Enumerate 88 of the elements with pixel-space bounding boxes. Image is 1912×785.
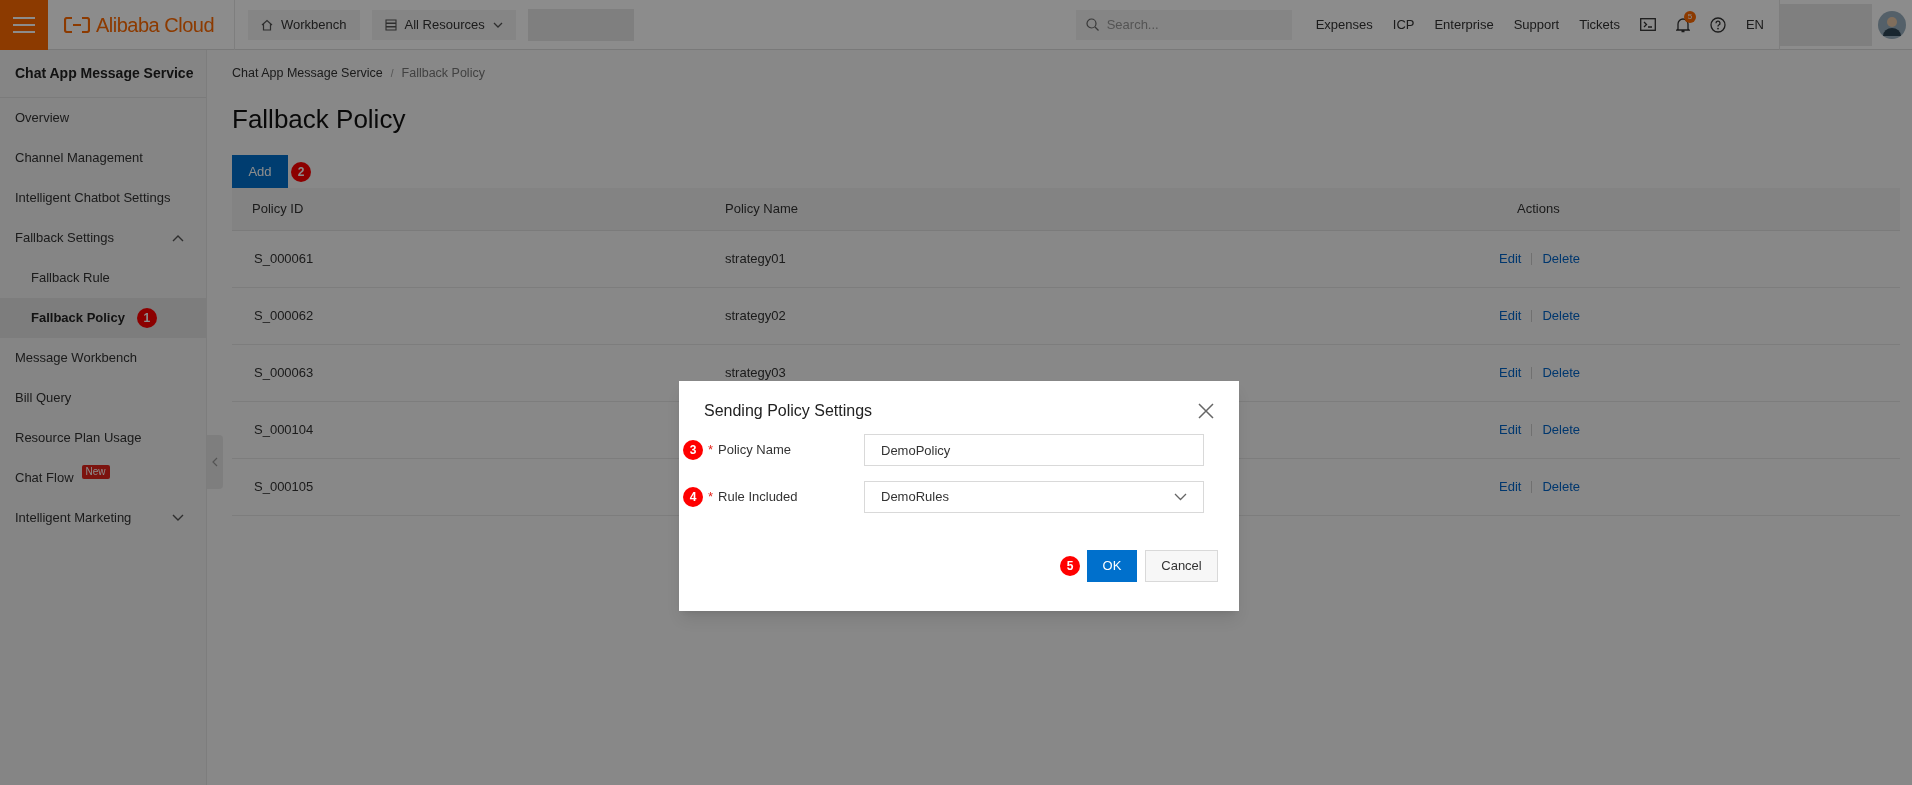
dialog-title: Sending Policy Settings	[704, 401, 873, 421]
step-number: 2	[291, 161, 311, 182]
rule-select[interactable]: DemoRules	[864, 481, 1204, 513]
top-nav-link[interactable]: Expenses	[1315, 14, 1373, 35]
column-header: Actions	[1516, 200, 1561, 219]
table-cell-text: S_000104	[254, 421, 314, 440]
sidebar-item[interactable]: Message Workbench	[0, 338, 206, 378]
sidebar-item-label: Channel Management	[15, 149, 143, 168]
close-icon[interactable]	[1198, 403, 1214, 419]
table-cell-text: S_000063	[254, 364, 314, 383]
sidebar-item[interactable]: Fallback Settings	[0, 218, 206, 258]
resources-dropdown[interactable]: All Resources	[371, 9, 516, 40]
new-badge: New	[81, 465, 110, 479]
cancel-button[interactable]: Cancel	[1145, 550, 1218, 582]
sidebar-item-label: Intelligent Marketing	[15, 509, 132, 528]
step-number: 3	[683, 440, 703, 460]
breadcrumb-link[interactable]: Chat App Message Service	[232, 63, 383, 83]
sidebar-item[interactable]: Fallback Rule	[0, 258, 206, 298]
breadcrumb-link[interactable]: Fallback Policy	[401, 63, 485, 83]
avatar-icon[interactable]	[1878, 10, 1906, 39]
sidebar-item[interactable]: Chat Flow New	[0, 458, 206, 498]
table-cell-text: S_000061	[254, 250, 314, 269]
top-nav-link[interactable]: Tickets	[1579, 14, 1620, 35]
sidebar-item[interactable]: Fallback Policy 1	[0, 298, 206, 338]
workbench-button[interactable]: Workbench	[248, 9, 360, 40]
top-nav-link[interactable]: Enterprise	[1434, 14, 1494, 35]
action-link[interactable]: Delete	[1542, 363, 1580, 383]
column-header: Policy Name	[724, 200, 799, 219]
action-link[interactable]: Delete	[1542, 477, 1580, 497]
server-icon	[384, 18, 397, 31]
sidebar-item[interactable]: Bill Query	[0, 378, 206, 418]
sidebar-item[interactable]: Channel Management	[0, 138, 206, 178]
menu-icon	[13, 16, 35, 33]
sidebar-item[interactable]: Intelligent Chatbot Settings	[0, 178, 206, 218]
table-cell: strategy02	[725, 308, 786, 324]
help-icon[interactable]	[1709, 16, 1726, 33]
home-icon	[261, 18, 273, 31]
sidebar-item-label: Intelligent Chatbot Settings	[15, 189, 171, 208]
required-mark: *	[708, 441, 714, 460]
sidebar-item-label: Message Workbench	[15, 349, 137, 368]
action-link[interactable]: Delete	[1542, 306, 1580, 326]
action-link[interactable]: Edit	[1499, 420, 1522, 440]
chevron-down-icon	[492, 21, 503, 28]
notification-count: 5	[1683, 10, 1696, 23]
top-nav-link[interactable]: Support	[1513, 14, 1560, 35]
field-label: Policy Name	[718, 441, 792, 460]
sidebar-item[interactable]: Intelligent Marketing	[0, 498, 206, 538]
bell-icon[interactable]	[1675, 16, 1690, 33]
terminal-icon[interactable]	[1639, 18, 1656, 31]
sidebar-item-label: Bill Query	[15, 389, 72, 408]
add-button[interactable]: Add	[232, 155, 288, 188]
required-mark: *	[708, 488, 714, 507]
sidebar-item-label: Resource Plan Usage	[15, 429, 142, 448]
table-cell: strategy03	[725, 365, 786, 381]
sidebar-title: Chat App Message Service	[15, 64, 194, 83]
step-number: 5	[1060, 556, 1080, 576]
step-number: 1	[136, 308, 157, 328]
column-header: Policy ID	[251, 200, 305, 219]
action-link[interactable]: Edit	[1499, 477, 1522, 497]
action-link[interactable]: Delete	[1542, 249, 1580, 269]
top-nav-link[interactable]: ICP	[1392, 14, 1415, 35]
page-title: Fallback Policy	[232, 103, 407, 135]
sidebar-item-label: Fallback Policy	[31, 309, 125, 328]
logo-text: Alibaba Cloud	[96, 12, 215, 38]
sidebar-item[interactable]: Resource Plan Usage	[0, 418, 206, 458]
action-link[interactable]: Edit	[1499, 363, 1522, 383]
action-link[interactable]: Edit	[1499, 306, 1522, 326]
sidebar-item-label: Fallback Settings	[15, 229, 114, 248]
policy-name-field[interactable]: DemoPolicy	[864, 434, 1204, 466]
chevron-left-icon	[212, 457, 218, 467]
collapse-handle[interactable]	[207, 435, 223, 489]
table-cell-text: S_000062	[254, 307, 314, 326]
field-label: Rule Included	[718, 488, 798, 507]
sidebar-item-label: Chat Flow	[15, 469, 74, 488]
table-cell-text: S_000105	[254, 478, 314, 497]
sidebar-item-label: Overview	[15, 109, 70, 128]
search-icon	[1085, 18, 1099, 31]
ok-button[interactable]: OK	[1087, 550, 1137, 582]
sidebar-item[interactable]: Overview	[0, 98, 206, 138]
breadcrumb-separator: /	[390, 66, 394, 81]
action-link[interactable]: Delete	[1542, 420, 1580, 440]
language-label[interactable]: EN	[1745, 14, 1764, 35]
sidebar-item-label: Fallback Rule	[31, 269, 110, 288]
step-number: 4	[683, 487, 703, 507]
action-link[interactable]: Edit	[1499, 249, 1522, 269]
logo-icon	[64, 16, 90, 33]
chevron-down-icon	[1174, 493, 1187, 501]
table-cell: strategy01	[725, 251, 786, 267]
